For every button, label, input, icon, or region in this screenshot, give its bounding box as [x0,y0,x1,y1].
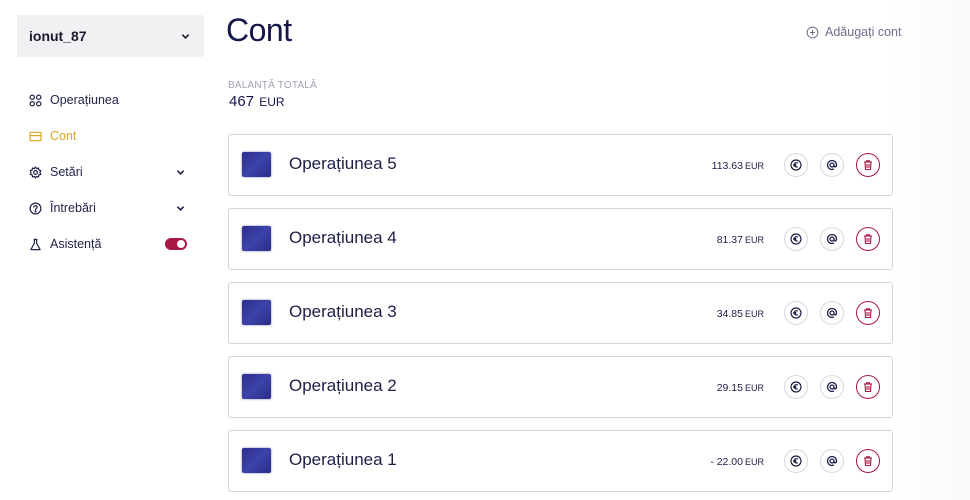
gear-icon [28,165,42,179]
balance-amount: 467 [229,93,255,110]
sidebar-item-label: Asistență [50,237,102,251]
amount-value: 34.85 [716,308,743,320]
delete-button[interactable] [856,375,880,399]
question-icon [28,201,42,215]
amount-value: - 22.00 [710,456,743,468]
amount-value: 29.15 [716,382,743,394]
chevron-down-icon [175,167,185,177]
delete-button[interactable] [856,153,880,177]
euro-icon [790,159,802,171]
at-icon [826,307,838,319]
trash-icon [864,234,872,245]
sidebar-item-operatiunea[interactable]: Operațiunea [28,82,188,118]
amount-currency: EUR [744,309,764,319]
operation-amount: 34.85 EUR [717,308,764,320]
operation-thumbnail [242,300,271,325]
euro-button[interactable] [784,375,808,399]
add-account-button[interactable]: Adăugați cont [806,25,901,39]
euro-button[interactable] [784,449,808,473]
euro-icon [790,233,802,245]
at-icon [826,233,838,245]
operation-amount: 113.63 EUR [712,160,764,172]
amount-value: 81.37 [716,234,743,246]
euro-button[interactable] [784,153,808,177]
sidebar-item-label: Setări [50,165,83,179]
sidebar-nav: Operațiunea Cont Setări Întrebări Asiste… [28,82,188,262]
wallet-icon [28,129,42,143]
operation-amount: 81.37 EUR [717,234,764,246]
delete-button[interactable] [856,301,880,325]
amount-currency: EUR [744,383,764,393]
balance-value: 467 EUR [229,93,285,110]
delete-button[interactable] [856,227,880,251]
at-icon [826,455,838,467]
operation-thumbnail [242,226,271,251]
chevron-down-icon [180,31,190,41]
background-fade [890,0,970,500]
sidebar-item-cont[interactable]: Cont [28,118,188,154]
euro-icon [790,307,802,319]
grid-icon [28,93,42,107]
plus-circle-icon [806,26,819,39]
operation-row[interactable]: Operațiunea 2 29.15 EUR [228,356,893,418]
balance-label: BALANȚĂ TOTALĂ [228,80,317,91]
email-button[interactable] [820,301,844,325]
trash-icon [864,160,872,171]
sidebar-item-setari[interactable]: Setări [28,154,188,190]
chevron-down-icon [175,203,185,213]
operation-title: Operațiunea 1 [289,450,397,469]
operation-title: Operațiunea 4 [289,228,397,247]
euro-icon [790,455,802,467]
operations-list: Operațiunea 5 113.63 EUR Operațiunea 4 81… [228,134,893,500]
trash-icon [864,382,872,393]
trash-icon [864,308,872,319]
delete-button[interactable] [856,449,880,473]
username: ionut_87 [29,28,87,44]
operation-thumbnail [242,152,271,177]
operation-row[interactable]: Operațiunea 1 - 22.00 EUR [228,430,893,492]
operation-title: Operațiunea 3 [289,302,397,321]
operation-thumbnail [242,448,271,473]
operation-row[interactable]: Operațiunea 4 81.37 EUR [228,208,893,270]
at-icon [826,381,838,393]
amount-currency: EUR [744,161,764,171]
sidebar-item-asistenta[interactable]: Asistență [28,226,188,262]
operation-row[interactable]: Operațiunea 3 34.85 EUR [228,282,893,344]
amount-value: 113.63 [711,160,743,172]
amount-currency: EUR [744,457,764,467]
email-button[interactable] [820,375,844,399]
balance-currency: EUR [259,95,285,109]
email-button[interactable] [820,227,844,251]
euro-button[interactable] [784,227,808,251]
operation-title: Operațiunea 5 [289,154,397,173]
user-dropdown[interactable]: ionut_87 [17,15,204,57]
email-button[interactable] [820,449,844,473]
sidebar-item-intrebari[interactable]: Întrebări [28,190,188,226]
operation-amount: - 22.00 EUR [710,456,764,468]
euro-icon [790,381,802,393]
amount-currency: EUR [744,235,764,245]
page-title: Cont [226,12,292,48]
sidebar-item-label: Operațiunea [50,93,119,107]
operation-amount: 29.15 EUR [717,382,764,394]
sidebar-item-label: Cont [50,129,77,143]
operation-row[interactable]: Operațiunea 5 113.63 EUR [228,134,893,196]
euro-button[interactable] [784,301,808,325]
trash-icon [864,456,872,467]
operation-thumbnail [242,374,271,399]
sidebar-item-label: Întrebări [50,201,96,215]
at-icon [826,159,838,171]
flask-icon [28,237,42,251]
operation-title: Operațiunea 2 [289,376,397,395]
add-account-label: Adăugați cont [825,25,902,39]
email-button[interactable] [820,153,844,177]
assistance-toggle[interactable] [165,238,187,250]
